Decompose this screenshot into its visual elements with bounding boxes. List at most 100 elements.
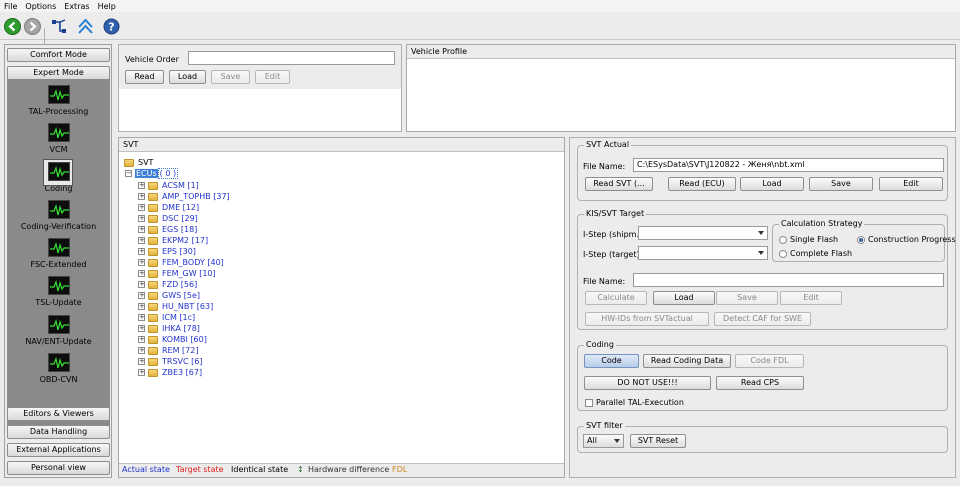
- svt-filter-select[interactable]: All: [583, 434, 624, 448]
- connection-icon[interactable]: [51, 18, 68, 35]
- menu-help[interactable]: Help: [98, 2, 116, 11]
- expert-mode-button[interactable]: Expert Mode: [7, 66, 110, 80]
- tree-item[interactable]: + AMP_TOPHB [37]: [138, 192, 230, 202]
- tree-item[interactable]: + HU_NBT [63]: [138, 302, 213, 312]
- expand-icon[interactable]: +: [138, 270, 145, 277]
- read-svt-button[interactable]: Read SVT (...: [585, 177, 653, 191]
- back-icon[interactable]: [4, 18, 21, 35]
- external-applications-button[interactable]: External Applications: [7, 443, 110, 457]
- tool-coding-verification[interactable]: Coding-Verification: [7, 200, 110, 231]
- kis-target-title: KIS/SVT Target: [584, 209, 647, 218]
- construction-progress-radio[interactable]: Construction Progress: [857, 235, 956, 244]
- svt-actual-edit-button[interactable]: Edit: [879, 177, 943, 191]
- istep-shipm-combo[interactable]: [638, 226, 768, 240]
- single-flash-radio[interactable]: Single Flash: [779, 235, 838, 244]
- folder-icon: [148, 357, 158, 366]
- expand-icon[interactable]: +: [138, 215, 145, 222]
- vehicle-order-input[interactable]: [188, 51, 395, 65]
- tree-item[interactable]: + ICM [1c]: [138, 313, 195, 323]
- help-icon[interactable]: ?: [103, 18, 120, 35]
- tree-item[interactable]: + ZBE3 [67]: [138, 368, 202, 378]
- menu-file[interactable]: File: [4, 2, 17, 11]
- tree-root[interactable]: SVT: [124, 158, 153, 168]
- tree-item[interactable]: + EGS [18]: [138, 225, 197, 235]
- complete-flash-radio[interactable]: Complete Flash: [779, 249, 852, 258]
- folder-icon: [148, 214, 158, 223]
- tree-item[interactable]: + IHKA [78]: [138, 324, 200, 334]
- kis-file-input[interactable]: [633, 273, 944, 287]
- tree-item[interactable]: + ACSM [1]: [138, 181, 199, 191]
- vehicle-order-read-button[interactable]: Read: [125, 70, 164, 84]
- code-button[interactable]: Code: [584, 354, 639, 368]
- folder-icon: [124, 158, 134, 167]
- menu-extras[interactable]: Extras: [64, 2, 89, 11]
- do-not-use-button[interactable]: DO NOT USE!!!: [584, 376, 711, 390]
- svt-actual-file-input[interactable]: C:\ESysData\SVT\J120822 - Женя\nbt.xml: [633, 158, 944, 172]
- svt-actual-save-button[interactable]: Save: [809, 177, 873, 191]
- tree-item[interactable]: + EKPM2 [17]: [138, 236, 208, 246]
- read-coding-data-button[interactable]: Read Coding Data: [643, 354, 731, 368]
- vehicle-order-label: Vehicle Order: [125, 55, 179, 64]
- expand-icon[interactable]: +: [138, 204, 145, 211]
- expand-icon[interactable]: +: [138, 325, 145, 332]
- hw-ids-button[interactable]: HW-IDs from SVTactual: [585, 312, 709, 326]
- kis-save-button[interactable]: Save: [716, 291, 778, 305]
- tool-nav-ent-update[interactable]: NAV/ENT-Update: [7, 315, 110, 346]
- expand-icon[interactable]: +: [138, 193, 145, 200]
- code-fdl-button[interactable]: Code FDL: [735, 354, 804, 368]
- tree-item[interactable]: + FEM_BODY [40]: [138, 258, 224, 268]
- tool-tal-processing[interactable]: TAL-Processing: [7, 85, 110, 116]
- tool-tsl-update[interactable]: TSL-Update: [7, 276, 110, 307]
- tree-item[interactable]: + TRSVC [6]: [138, 357, 202, 367]
- tool-fsc-extended[interactable]: FSC-Extended: [7, 238, 110, 269]
- read-ecu-button[interactable]: Read (ECU): [668, 177, 736, 191]
- expand-icon[interactable]: +: [138, 358, 145, 365]
- tree-item[interactable]: + REM [72]: [138, 346, 198, 356]
- svt-filter-title: SVT filter: [584, 421, 625, 430]
- expand-icon[interactable]: +: [138, 292, 145, 299]
- svt-reset-button[interactable]: SVT Reset: [630, 434, 686, 448]
- tool-coding[interactable]: Coding: [7, 159, 110, 193]
- expand-icon[interactable]: +: [138, 369, 145, 376]
- oscilloscope-icon: [47, 276, 70, 295]
- tree-item[interactable]: + KOMBI [60]: [138, 335, 207, 345]
- expand-icon[interactable]: +: [138, 226, 145, 233]
- editors-viewers-button[interactable]: Editors & Viewers: [7, 407, 110, 421]
- vehicle-order-edit-button[interactable]: Edit: [255, 70, 290, 84]
- tree-ecus-node[interactable]: − ECUs( 0 ): [125, 168, 179, 179]
- read-cps-button[interactable]: Read CPS: [716, 376, 804, 390]
- expand-icon[interactable]: +: [138, 182, 145, 189]
- svt-actual-load-button[interactable]: Load: [740, 177, 804, 191]
- expand-icon[interactable]: +: [138, 347, 145, 354]
- istep-target-combo[interactable]: [638, 246, 768, 260]
- menu-options[interactable]: Options: [25, 2, 56, 11]
- tree-item[interactable]: + EPS [30]: [138, 247, 196, 257]
- network-icon[interactable]: [77, 18, 94, 35]
- tree-item[interactable]: + DME [12]: [138, 203, 199, 213]
- comfort-mode-button[interactable]: Comfort Mode: [7, 48, 110, 62]
- legend-hardware: Hardware difference: [308, 465, 390, 474]
- tree-item[interactable]: + FEM_GW [10]: [138, 269, 216, 279]
- expand-icon[interactable]: +: [138, 248, 145, 255]
- collapse-icon[interactable]: −: [125, 170, 132, 177]
- vehicle-order-save-button[interactable]: Save: [211, 70, 250, 84]
- expand-icon[interactable]: +: [138, 259, 145, 266]
- tree-item[interactable]: + DSC [29]: [138, 214, 198, 224]
- tool-obd-cvn[interactable]: OBD-CVN: [7, 353, 110, 384]
- data-handling-button[interactable]: Data Handling: [7, 425, 110, 439]
- kis-edit-button[interactable]: Edit: [780, 291, 842, 305]
- expand-icon[interactable]: +: [138, 303, 145, 310]
- tree-item[interactable]: + GWS [5e]: [138, 291, 200, 301]
- expand-icon[interactable]: +: [138, 281, 145, 288]
- vehicle-order-load-button[interactable]: Load: [169, 70, 206, 84]
- tool-vcm[interactable]: VCM: [7, 123, 110, 154]
- parallel-tal-checkbox[interactable]: Parallel TAL-Execution: [585, 398, 684, 407]
- tree-item[interactable]: + FZD [56]: [138, 280, 197, 290]
- detect-caf-button[interactable]: Detect CAF for SWE: [714, 312, 811, 326]
- kis-load-button[interactable]: Load: [653, 291, 715, 305]
- expand-icon[interactable]: +: [138, 237, 145, 244]
- expand-icon[interactable]: +: [138, 314, 145, 321]
- calculate-button[interactable]: Calculate: [585, 291, 647, 305]
- personal-view-button[interactable]: Personal view: [7, 461, 110, 475]
- expand-icon[interactable]: +: [138, 336, 145, 343]
